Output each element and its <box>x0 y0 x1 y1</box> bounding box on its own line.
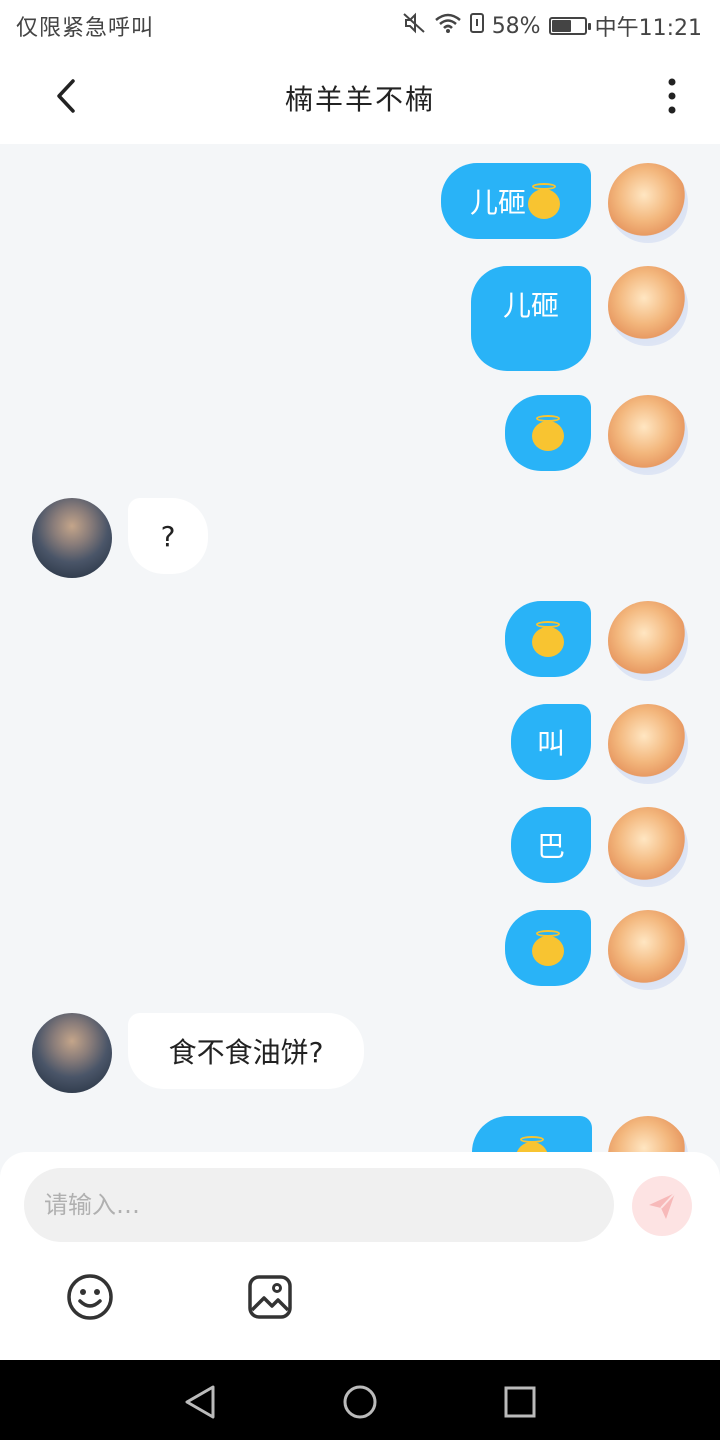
nav-recents-button[interactable] <box>500 1382 540 1422</box>
smiling-face-with-halo-icon <box>530 930 566 966</box>
image-icon <box>248 1275 292 1319</box>
smiling-face-with-halo-icon <box>530 415 566 451</box>
message-bubble[interactable]: 儿砸 <box>441 163 591 239</box>
smiling-face-with-halo-icon <box>530 621 566 657</box>
emoji-button[interactable] <box>65 1272 115 1322</box>
composer <box>0 1152 720 1360</box>
mute-icon <box>402 12 426 40</box>
message-text: 儿砸 <box>502 289 559 322</box>
smiley-icon <box>67 1274 113 1320</box>
avatar[interactable] <box>32 1013 112 1093</box>
message-list[interactable]: 儿砸 儿砸 ? 叫 巴 食不食油饼? <box>0 144 720 1152</box>
battery-percent: 58% <box>491 13 541 39</box>
more-vertical-icon <box>668 78 676 114</box>
home-circle-icon <box>343 1385 377 1419</box>
message-input[interactable] <box>24 1168 614 1242</box>
nav-back-button[interactable] <box>180 1382 220 1422</box>
recents-square-icon <box>504 1386 536 1418</box>
avatar[interactable] <box>608 266 688 346</box>
avatar[interactable] <box>608 601 688 681</box>
carrier-text: 仅限紧急呼叫 <box>16 16 155 41</box>
message-bubble[interactable] <box>472 1116 592 1152</box>
sim-icon <box>469 12 484 40</box>
avatar[interactable] <box>608 1116 688 1152</box>
message-text: 巴 <box>536 830 565 863</box>
clock: 中午11:21 <box>594 16 702 41</box>
smiling-face-with-halo-icon <box>514 1136 550 1152</box>
avatar[interactable] <box>608 807 688 887</box>
avatar[interactable] <box>608 163 688 243</box>
more-options-button[interactable] <box>652 74 692 118</box>
avatar[interactable] <box>608 395 688 475</box>
back-triangle-icon <box>185 1385 215 1419</box>
message-bubble[interactable]: 叫 <box>511 704 591 780</box>
message-bubble[interactable] <box>505 395 591 471</box>
smiling-face-with-halo-icon <box>526 183 562 219</box>
send-icon <box>649 1192 676 1219</box>
battery-icon <box>548 17 591 35</box>
message-bubble[interactable]: ? <box>128 498 208 574</box>
chat-screen: 仅限紧急呼叫 58% 中午11:21 楠羊羊不楠 儿砸 儿砸 ? 叫 巴 食不食… <box>0 0 720 1440</box>
message-bubble[interactable]: 巴 <box>511 807 591 883</box>
send-button[interactable] <box>632 1176 692 1236</box>
chat-header: 楠羊羊不楠 <box>0 50 720 144</box>
avatar[interactable] <box>32 498 112 578</box>
battery-fill <box>551 20 572 32</box>
message-text: 食不食油饼? <box>168 1036 324 1069</box>
page-title: 楠羊羊不楠 <box>284 83 435 116</box>
status-bar: 仅限紧急呼叫 58% 中午11:21 <box>0 0 720 50</box>
message-text: 叫 <box>536 727 565 760</box>
system-nav-bar <box>0 1360 720 1440</box>
message-bubble[interactable]: 儿砸 <box>471 266 591 371</box>
image-button[interactable] <box>245 1272 295 1322</box>
nav-home-button[interactable] <box>340 1382 380 1422</box>
status-icons: 58% 中午11:21 <box>402 10 702 42</box>
message-bubble[interactable] <box>505 910 591 986</box>
avatar[interactable] <box>608 704 688 784</box>
message-text: ? <box>160 519 176 553</box>
message-bubble[interactable] <box>505 601 591 677</box>
wifi-icon <box>434 12 462 40</box>
avatar[interactable] <box>608 910 688 990</box>
message-text: 儿砸 <box>469 186 526 219</box>
message-bubble[interactable]: 食不食油饼? <box>128 1013 364 1089</box>
